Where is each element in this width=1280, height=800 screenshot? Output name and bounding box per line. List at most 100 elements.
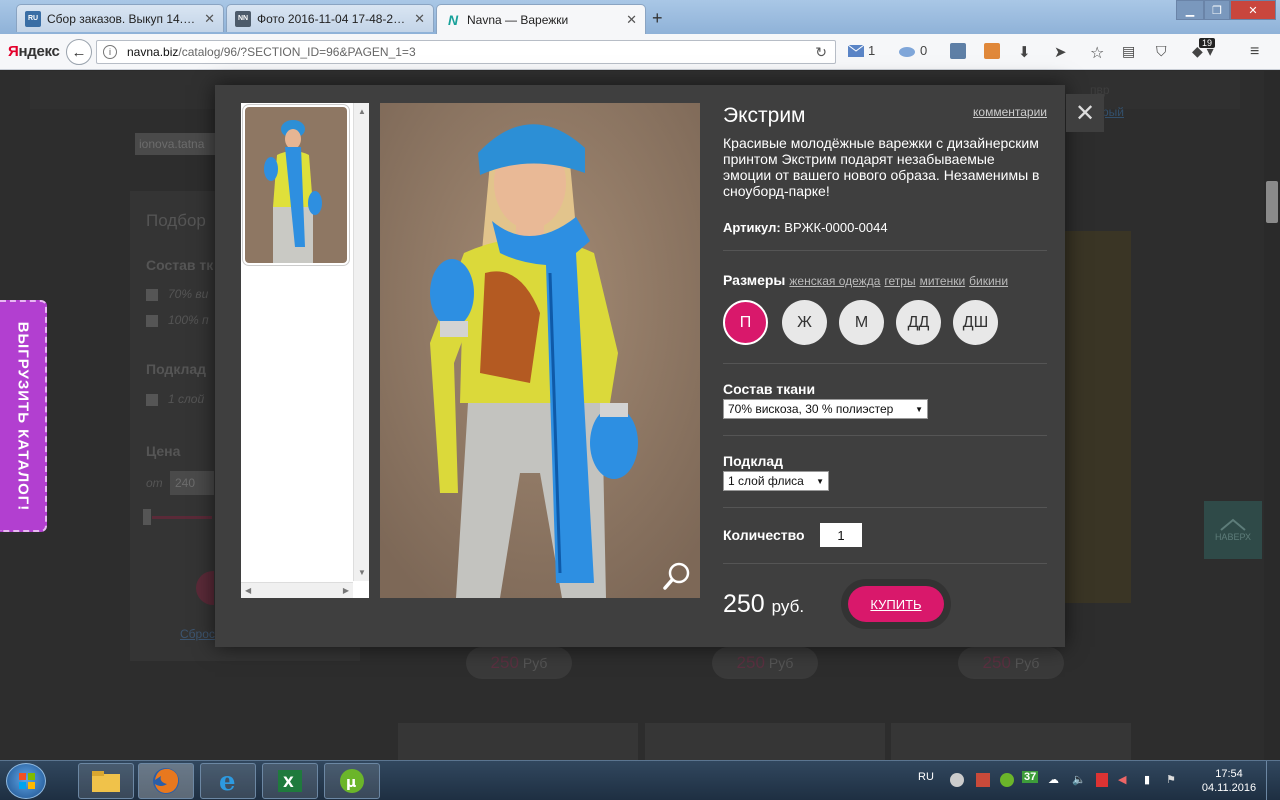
- tab-photo[interactable]: NN Фото 2016-11-04 17-48-20.... ✕: [226, 4, 434, 32]
- scroll-up-arrow[interactable]: ▲: [358, 107, 366, 116]
- checkbox[interactable]: [146, 289, 158, 301]
- product-quickview-modal: ▲ ▼ ◀ ▶ Экстрим комментарии Красивые мол…: [215, 85, 1065, 647]
- quantity-input[interactable]: [820, 523, 862, 547]
- reload-icon[interactable]: ↻: [815, 44, 827, 61]
- fabric-select[interactable]: 70% вискоза, 30 % полиэстер ▼: [723, 399, 928, 419]
- size-option-dd[interactable]: ДД: [896, 300, 941, 345]
- yandex-logo[interactable]: Яндекс: [8, 43, 60, 60]
- speaker-alert-icon[interactable]: ◀: [1118, 773, 1126, 786]
- taskbar-utorrent[interactable]: µ: [324, 763, 380, 799]
- size-chart-link-gaiters[interactable]: гетры: [884, 274, 915, 288]
- scroll-down-arrow[interactable]: ▼: [358, 568, 366, 577]
- scroll-right-arrow[interactable]: ▶: [343, 586, 349, 595]
- size-option-zh[interactable]: Ж: [782, 300, 827, 345]
- scroll-to-top-button[interactable]: НАВЕРХ: [1204, 501, 1262, 559]
- device-icon[interactable]: ▮: [1144, 773, 1150, 786]
- taskbar-excel[interactable]: X: [262, 763, 318, 799]
- close-tab-icon[interactable]: ✕: [626, 12, 637, 28]
- close-window-button[interactable]: ✕: [1230, 0, 1276, 20]
- dropdown-arrow-icon: ▼: [816, 476, 824, 486]
- size-chart-link-mittens[interactable]: митенки: [920, 274, 966, 288]
- reset-filter-link[interactable]: Сброс: [180, 627, 215, 641]
- network-icon[interactable]: ☁: [1048, 773, 1059, 786]
- product-thumbnail[interactable]: [242, 104, 350, 266]
- product-main-image[interactable]: [380, 103, 700, 598]
- tray-icon-1[interactable]: [950, 773, 964, 787]
- price-slider-track[interactable]: [152, 516, 212, 519]
- tray-utorrent-icon[interactable]: [1000, 773, 1014, 787]
- checkbox[interactable]: [146, 394, 158, 406]
- site-info-icon[interactable]: i: [103, 45, 117, 59]
- start-button[interactable]: [6, 763, 46, 799]
- show-desktop-button[interactable]: [1266, 761, 1280, 800]
- size-chart-link-women[interactable]: женская одежда: [789, 274, 880, 288]
- buy-button[interactable]: КУПИТЬ: [841, 579, 951, 629]
- scroll-left-arrow[interactable]: ◀: [245, 586, 251, 595]
- bookmark-star-icon[interactable]: ☆: [1090, 43, 1104, 63]
- tab-navna[interactable]: N Navna — Варежки ✕: [436, 4, 646, 34]
- size-chart-link-bikini[interactable]: бикини: [969, 274, 1008, 288]
- favicon-ru: RU: [25, 10, 41, 27]
- back-button[interactable]: ←: [66, 39, 92, 65]
- size-option-dsh[interactable]: ДШ: [953, 300, 998, 345]
- size-option-p[interactable]: П: [723, 300, 768, 345]
- pocket-icon[interactable]: ⛉: [1156, 43, 1167, 60]
- taskbar-ie[interactable]: e: [200, 763, 256, 799]
- shield-icon[interactable]: [1096, 773, 1108, 787]
- folder-icon: [92, 771, 120, 792]
- maximize-button[interactable]: ❐: [1204, 0, 1230, 20]
- lining-select[interactable]: 1 слой флиса ▼: [723, 471, 829, 491]
- size-option-m[interactable]: М: [839, 300, 884, 345]
- thumbnail-vertical-scrollbar[interactable]: ▲ ▼: [353, 103, 369, 581]
- send-icon[interactable]: ➤: [1054, 43, 1067, 61]
- zoom-icon[interactable]: [662, 561, 692, 591]
- price-from-input[interactable]: 240: [170, 471, 214, 495]
- filter-title: Подбор: [146, 211, 206, 230]
- system-clock[interactable]: 17:54 04.11.2016: [1197, 767, 1261, 795]
- thumbnail-horizontal-scrollbar[interactable]: ◀ ▶: [241, 582, 353, 598]
- windows-logo-icon: [19, 773, 35, 789]
- flag-icon[interactable]: ⚑: [1166, 773, 1176, 786]
- product-card-bg: [1065, 231, 1131, 603]
- svg-text:e: e: [219, 767, 236, 796]
- favicon-nn: NN: [235, 10, 251, 27]
- weather-button[interactable]: 0: [898, 43, 927, 58]
- price-from-label: от: [146, 476, 163, 490]
- fabric-filter-label: Состав тк: [146, 257, 214, 273]
- address-bar[interactable]: i navna.biz /catalog/96/?SECTION_ID=96&P…: [96, 40, 836, 64]
- tray-icon-2[interactable]: [976, 773, 990, 787]
- new-tab-button[interactable]: +: [652, 8, 663, 29]
- fabric-option-2: 100% п: [168, 313, 209, 327]
- filter-apply-button[interactable]: [196, 571, 214, 605]
- extension-icon-1[interactable]: [950, 43, 966, 59]
- download-icon[interactable]: ⬇: [1018, 43, 1031, 61]
- close-modal-button[interactable]: ✕: [1066, 94, 1104, 132]
- tab-orders[interactable]: RU Сбор заказов. Выкуп 14. А... ✕: [16, 4, 224, 32]
- search-chip[interactable]: ionova.tatna: [135, 133, 219, 155]
- top-right-link-2[interactable]: рый: [1102, 105, 1124, 119]
- taskbar-firefox[interactable]: [138, 763, 194, 799]
- export-catalog-tab[interactable]: ВЫГРУЗИТЬ КАТАЛОГ!: [0, 300, 47, 532]
- sizes-label: Размеры: [723, 272, 786, 288]
- extension-icon-2[interactable]: [984, 43, 1000, 59]
- volume-icon[interactable]: 🔈: [1072, 773, 1086, 786]
- price-slider-handle[interactable]: [143, 509, 151, 525]
- taskbar-explorer[interactable]: [78, 763, 134, 799]
- tray-badge-icon[interactable]: 37: [1022, 771, 1039, 783]
- close-tab-icon[interactable]: ✕: [204, 11, 215, 27]
- menu-icon[interactable]: ≡: [1250, 43, 1259, 61]
- product-card-bg: [645, 723, 885, 760]
- checkbox[interactable]: [146, 315, 158, 327]
- page-scrollbar[interactable]: [1264, 71, 1280, 760]
- lining-option: 1 слой: [168, 392, 205, 406]
- quantity-label: Количество: [723, 527, 805, 543]
- product-info-panel: Экстрим комментарии Красивые молодёжные …: [723, 85, 1047, 645]
- mail-button[interactable]: 1: [848, 43, 875, 58]
- reader-icon[interactable]: ▤: [1122, 43, 1135, 60]
- language-indicator[interactable]: RU: [918, 771, 934, 783]
- minimize-button[interactable]: ▁: [1176, 0, 1204, 20]
- comments-link[interactable]: комментарии: [973, 105, 1047, 119]
- close-tab-icon[interactable]: ✕: [414, 11, 425, 27]
- scrollbar-thumb[interactable]: [1266, 181, 1278, 223]
- divider: [723, 250, 1047, 251]
